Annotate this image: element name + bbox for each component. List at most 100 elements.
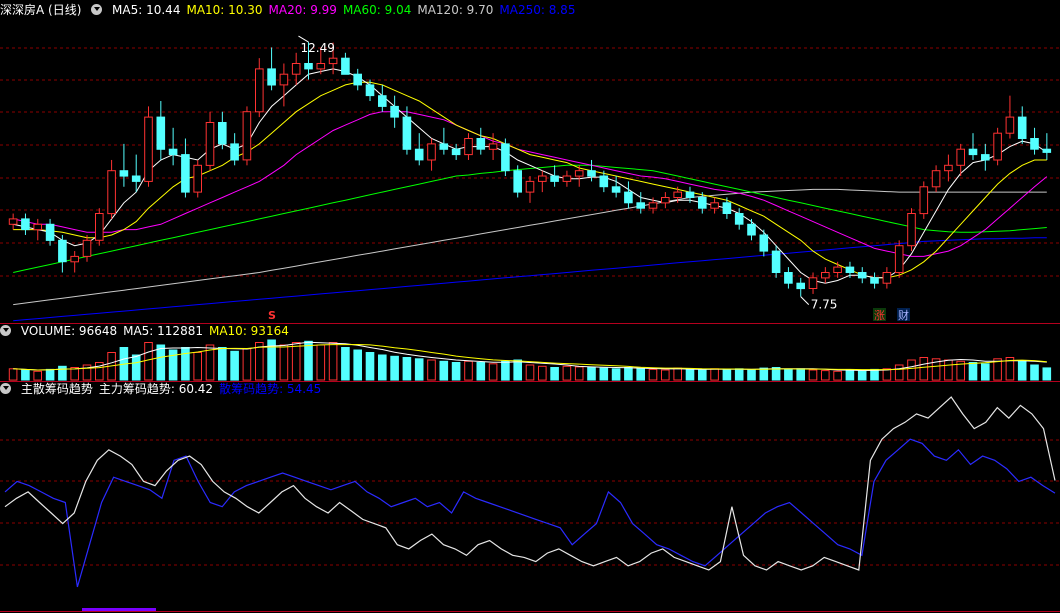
volume-bar-38 — [476, 362, 486, 381]
candle-body-16 — [205, 122, 215, 166]
candle-body-35 — [439, 143, 449, 150]
candle-body-68 — [845, 266, 855, 274]
volume-bar-0 — [8, 368, 18, 381]
volume-bar-19 — [242, 348, 252, 381]
indicator-settings-icon[interactable] — [0, 383, 11, 394]
candle-body-80 — [993, 132, 1002, 161]
candle-body-40 — [501, 143, 510, 172]
volume-bar-63 — [784, 368, 793, 381]
candle-body-47 — [587, 170, 596, 177]
volume-bar-4 — [58, 365, 67, 381]
candle-body-1 — [21, 218, 30, 231]
candle-body-20 — [255, 68, 264, 113]
volume-bar-59 — [734, 368, 744, 381]
volume-bar-61 — [759, 367, 769, 381]
candle-body-26 — [328, 57, 338, 65]
candle-body-46 — [574, 170, 584, 177]
volume-bar-32 — [402, 357, 412, 381]
candle-body-75 — [931, 170, 941, 188]
volume-bar-20 — [255, 342, 264, 381]
candle-body-44 — [550, 175, 559, 182]
candle-body-51 — [636, 202, 646, 209]
candle-body-10 — [131, 175, 141, 182]
main-trend-line — [4, 396, 1056, 571]
candle-body-57 — [710, 202, 719, 209]
volume-bar-12 — [156, 344, 166, 381]
candle-body-39 — [488, 143, 498, 150]
candle-body-5 — [70, 255, 80, 263]
volume-bar-3 — [45, 368, 55, 381]
settings-dropdown-icon[interactable] — [91, 4, 103, 15]
candle-body-61 — [759, 234, 769, 252]
volume-bar-84 — [1042, 367, 1052, 381]
candle-body-15 — [193, 164, 202, 193]
volume-bar-49 — [611, 368, 621, 381]
candle-body-0 — [8, 218, 18, 225]
candle-body-29 — [365, 84, 375, 97]
candle-body-74 — [919, 186, 929, 215]
volume-bar-2 — [33, 370, 43, 381]
volume-bar-10 — [131, 354, 141, 381]
candle-body-66 — [821, 272, 830, 279]
candle-body-76 — [944, 164, 953, 172]
volume-bar-40 — [501, 360, 510, 381]
volume-bar-18 — [230, 350, 239, 381]
volume-bar-52 — [648, 368, 658, 381]
low-price-label: 7.75 — [811, 298, 838, 312]
candle-body-6 — [82, 239, 92, 257]
volume-label-0: VOLUME: 96648 — [20, 324, 118, 338]
candle-body-52 — [648, 202, 658, 209]
candle-body-70 — [870, 277, 879, 284]
volume-bar-42 — [525, 364, 535, 381]
candle-body-3 — [45, 223, 55, 241]
candle-body-83 — [1030, 138, 1039, 150]
candle-body-45 — [562, 175, 572, 182]
volume-bar-65 — [808, 369, 818, 381]
stock-title[interactable]: 深深房A (日线) — [0, 3, 81, 17]
candle-body-37 — [464, 138, 473, 156]
volume-settings-icon[interactable] — [0, 325, 11, 336]
candle-body-77 — [956, 148, 966, 166]
candle-body-28 — [353, 73, 362, 86]
candle-body-48 — [599, 175, 609, 188]
candle-body-64 — [796, 282, 806, 290]
volume-bar-14 — [181, 347, 190, 381]
candle-body-41 — [513, 170, 523, 193]
candle-body-67 — [833, 266, 842, 274]
candle-body-25 — [316, 63, 326, 70]
candle-body-58 — [722, 202, 732, 215]
candle-body-43 — [538, 175, 547, 182]
candle-body-55 — [685, 191, 695, 199]
chart-canvas: 12.49 7.75 S 涨财 — [0, 35, 1060, 612]
volume-bar-67 — [833, 370, 842, 381]
volume-bar-36 — [451, 362, 461, 381]
volume-panel-header: VOLUME: 96648 MA5: 112881 MA10: 93164 — [0, 323, 295, 339]
volume-bar-35 — [439, 360, 449, 381]
candle-body-81 — [1005, 116, 1015, 134]
ma250-line — [13, 237, 1047, 322]
candle-body-62 — [771, 250, 781, 274]
candle-body-14 — [181, 154, 190, 193]
candle-body-42 — [525, 180, 535, 193]
candle-body-84 — [1042, 148, 1052, 153]
candle-body-53 — [661, 197, 670, 204]
volume-bar-72 — [894, 364, 904, 381]
volume-bar-11 — [144, 342, 153, 381]
volume-bar-79 — [981, 363, 990, 381]
volume-bar-70 — [870, 368, 879, 381]
candle-body-72 — [894, 245, 904, 273]
volume-bar-55 — [685, 368, 695, 381]
volume-bar-39 — [488, 363, 498, 381]
volume-bar-25 — [316, 344, 326, 381]
volume-bar-50 — [624, 367, 633, 381]
indicator-label-1: 主力筹码趋势: 60.42 — [98, 382, 214, 396]
candle-body-78 — [968, 148, 978, 156]
ma-label-5: MA250: 8.85 — [499, 3, 576, 17]
volume-bar-30 — [378, 354, 387, 381]
volume-bar-24 — [304, 340, 313, 381]
indicator-highlight-bar — [82, 608, 156, 611]
volume-bar-17 — [218, 347, 227, 381]
low-pointer — [800, 296, 810, 305]
candle-body-19 — [242, 111, 252, 161]
volume-bar-28 — [353, 349, 362, 381]
